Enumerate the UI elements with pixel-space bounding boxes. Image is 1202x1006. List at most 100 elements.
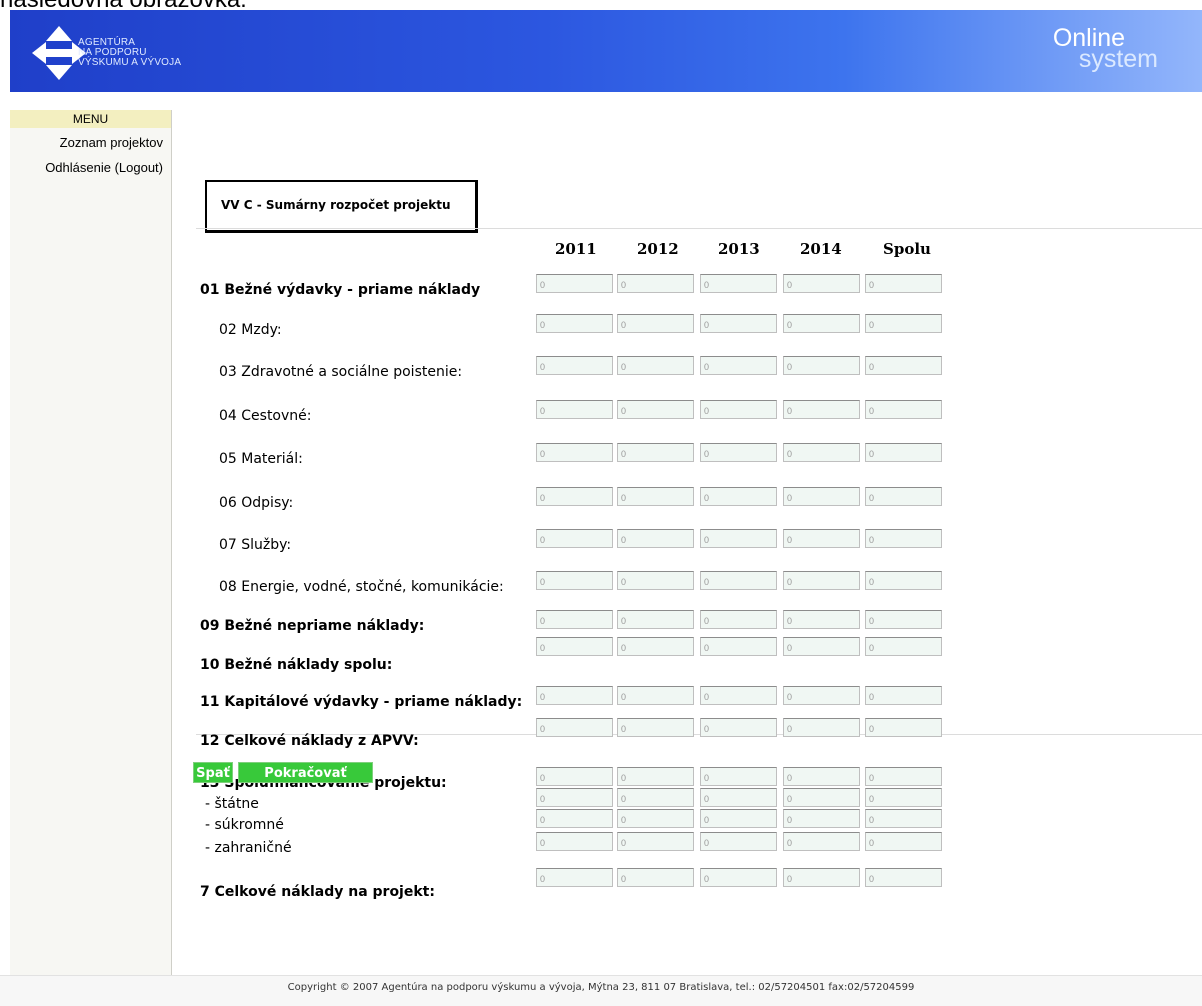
budget-cell-input[interactable] xyxy=(536,400,613,419)
budget-cell-input[interactable] xyxy=(617,487,694,506)
budget-cell-input[interactable] xyxy=(700,832,777,851)
budget-cell-input[interactable] xyxy=(700,487,777,506)
budget-cell-input[interactable] xyxy=(700,314,777,333)
budget-cell-input[interactable] xyxy=(865,529,942,548)
budget-cell-input[interactable] xyxy=(865,767,942,786)
budget-cell-input[interactable] xyxy=(700,637,777,656)
budget-cell-input[interactable] xyxy=(865,571,942,590)
budget-cell-input[interactable] xyxy=(617,274,694,293)
budget-cell-input[interactable] xyxy=(536,788,613,807)
menu-title: MENU xyxy=(10,110,171,128)
budget-cell-input[interactable] xyxy=(617,637,694,656)
budget-cell-input[interactable] xyxy=(783,487,860,506)
budget-cell-input[interactable] xyxy=(865,610,942,629)
row-label: 10 Bežné náklady spolu: xyxy=(200,657,393,673)
budget-cell-input[interactable] xyxy=(700,686,777,705)
budget-cell-input[interactable] xyxy=(536,637,613,656)
budget-cell-input[interactable] xyxy=(700,443,777,462)
budget-cell-input[interactable] xyxy=(617,400,694,419)
budget-cell-input[interactable] xyxy=(617,868,694,887)
budget-cell-input[interactable] xyxy=(617,767,694,786)
budget-cell-input[interactable] xyxy=(865,686,942,705)
sidebar-item-logout[interactable]: Odhlásenie (Logout) xyxy=(45,160,163,175)
budget-cell-input[interactable] xyxy=(783,274,860,293)
budget-cell-input[interactable] xyxy=(536,487,613,506)
budget-cell-input[interactable] xyxy=(536,832,613,851)
budget-cell-input[interactable] xyxy=(783,610,860,629)
budget-cell-input[interactable] xyxy=(865,356,942,375)
continue-button[interactable]: Pokračovať xyxy=(238,762,373,783)
budget-cell-input[interactable] xyxy=(865,832,942,851)
budget-cell-input[interactable] xyxy=(700,400,777,419)
budget-cell-input[interactable] xyxy=(865,443,942,462)
brand-online-system: Online system xyxy=(1053,26,1158,72)
budget-cell-input[interactable] xyxy=(617,832,694,851)
budget-cell-input[interactable] xyxy=(865,868,942,887)
budget-cell-input[interactable] xyxy=(783,529,860,548)
row-label: 08 Energie, vodné, stočné, komunikácie: xyxy=(219,579,504,595)
budget-cell-input[interactable] xyxy=(865,400,942,419)
agency-name: AGENTÚRA NA PODPORU VÝSKUMU A VÝVOJA xyxy=(78,38,181,68)
column-header: Spolu xyxy=(883,240,931,258)
budget-cell-input[interactable] xyxy=(617,356,694,375)
budget-cell-input[interactable] xyxy=(865,718,942,737)
row-label: - štátne xyxy=(205,796,259,812)
row-label: 07 Služby: xyxy=(219,537,292,553)
budget-cell-input[interactable] xyxy=(700,356,777,375)
budget-cell-input[interactable] xyxy=(617,571,694,590)
row-label: - súkromné xyxy=(205,817,284,833)
budget-cell-input[interactable] xyxy=(783,314,860,333)
back-button[interactable]: Spať xyxy=(193,762,233,783)
budget-cell-input[interactable] xyxy=(617,809,694,828)
budget-cell-input[interactable] xyxy=(536,809,613,828)
budget-cell-input[interactable] xyxy=(536,868,613,887)
budget-cell-input[interactable] xyxy=(865,274,942,293)
budget-cell-input[interactable] xyxy=(617,529,694,548)
budget-cell-input[interactable] xyxy=(783,788,860,807)
budget-cell-input[interactable] xyxy=(700,767,777,786)
budget-cell-input[interactable] xyxy=(783,637,860,656)
budget-cell-input[interactable] xyxy=(700,809,777,828)
budget-cell-input[interactable] xyxy=(536,356,613,375)
budget-cell-input[interactable] xyxy=(783,767,860,786)
budget-cell-input[interactable] xyxy=(617,610,694,629)
budget-cell-input[interactable] xyxy=(783,809,860,828)
budget-cell-input[interactable] xyxy=(865,314,942,333)
budget-cell-input[interactable] xyxy=(700,529,777,548)
sidebar-item-project-list[interactable]: Zoznam projektov xyxy=(60,135,163,150)
budget-cell-input[interactable] xyxy=(617,443,694,462)
budget-cell-input[interactable] xyxy=(783,443,860,462)
budget-cell-input[interactable] xyxy=(536,529,613,548)
budget-cell-input[interactable] xyxy=(783,868,860,887)
budget-cell-input[interactable] xyxy=(783,356,860,375)
budget-cell-input[interactable] xyxy=(865,487,942,506)
budget-cell-input[interactable] xyxy=(536,274,613,293)
budget-cell-input[interactable] xyxy=(536,314,613,333)
budget-cell-input[interactable] xyxy=(783,718,860,737)
budget-cell-input[interactable] xyxy=(536,443,613,462)
budget-cell-input[interactable] xyxy=(617,314,694,333)
budget-cell-input[interactable] xyxy=(700,868,777,887)
budget-cell-input[interactable] xyxy=(783,400,860,419)
budget-cell-input[interactable] xyxy=(617,788,694,807)
budget-cell-input[interactable] xyxy=(783,571,860,590)
budget-cell-input[interactable] xyxy=(700,610,777,629)
budget-cell-input[interactable] xyxy=(536,718,613,737)
budget-cell-input[interactable] xyxy=(700,718,777,737)
budget-cell-input[interactable] xyxy=(536,686,613,705)
row-label: 03 Zdravotné a sociálne poistenie: xyxy=(219,364,463,380)
budget-cell-input[interactable] xyxy=(700,274,777,293)
budget-cell-input[interactable] xyxy=(700,788,777,807)
budget-cell-input[interactable] xyxy=(783,686,860,705)
budget-cell-input[interactable] xyxy=(536,571,613,590)
budget-cell-input[interactable] xyxy=(617,718,694,737)
budget-cell-input[interactable] xyxy=(865,809,942,828)
budget-cell-input[interactable] xyxy=(783,832,860,851)
budget-cell-input[interactable] xyxy=(617,686,694,705)
budget-cell-input[interactable] xyxy=(700,571,777,590)
budget-cell-input[interactable] xyxy=(865,637,942,656)
section-tab: VV C - Sumárny rozpočet projektu xyxy=(205,180,478,233)
budget-cell-input[interactable] xyxy=(536,767,613,786)
budget-cell-input[interactable] xyxy=(536,610,613,629)
budget-cell-input[interactable] xyxy=(865,788,942,807)
